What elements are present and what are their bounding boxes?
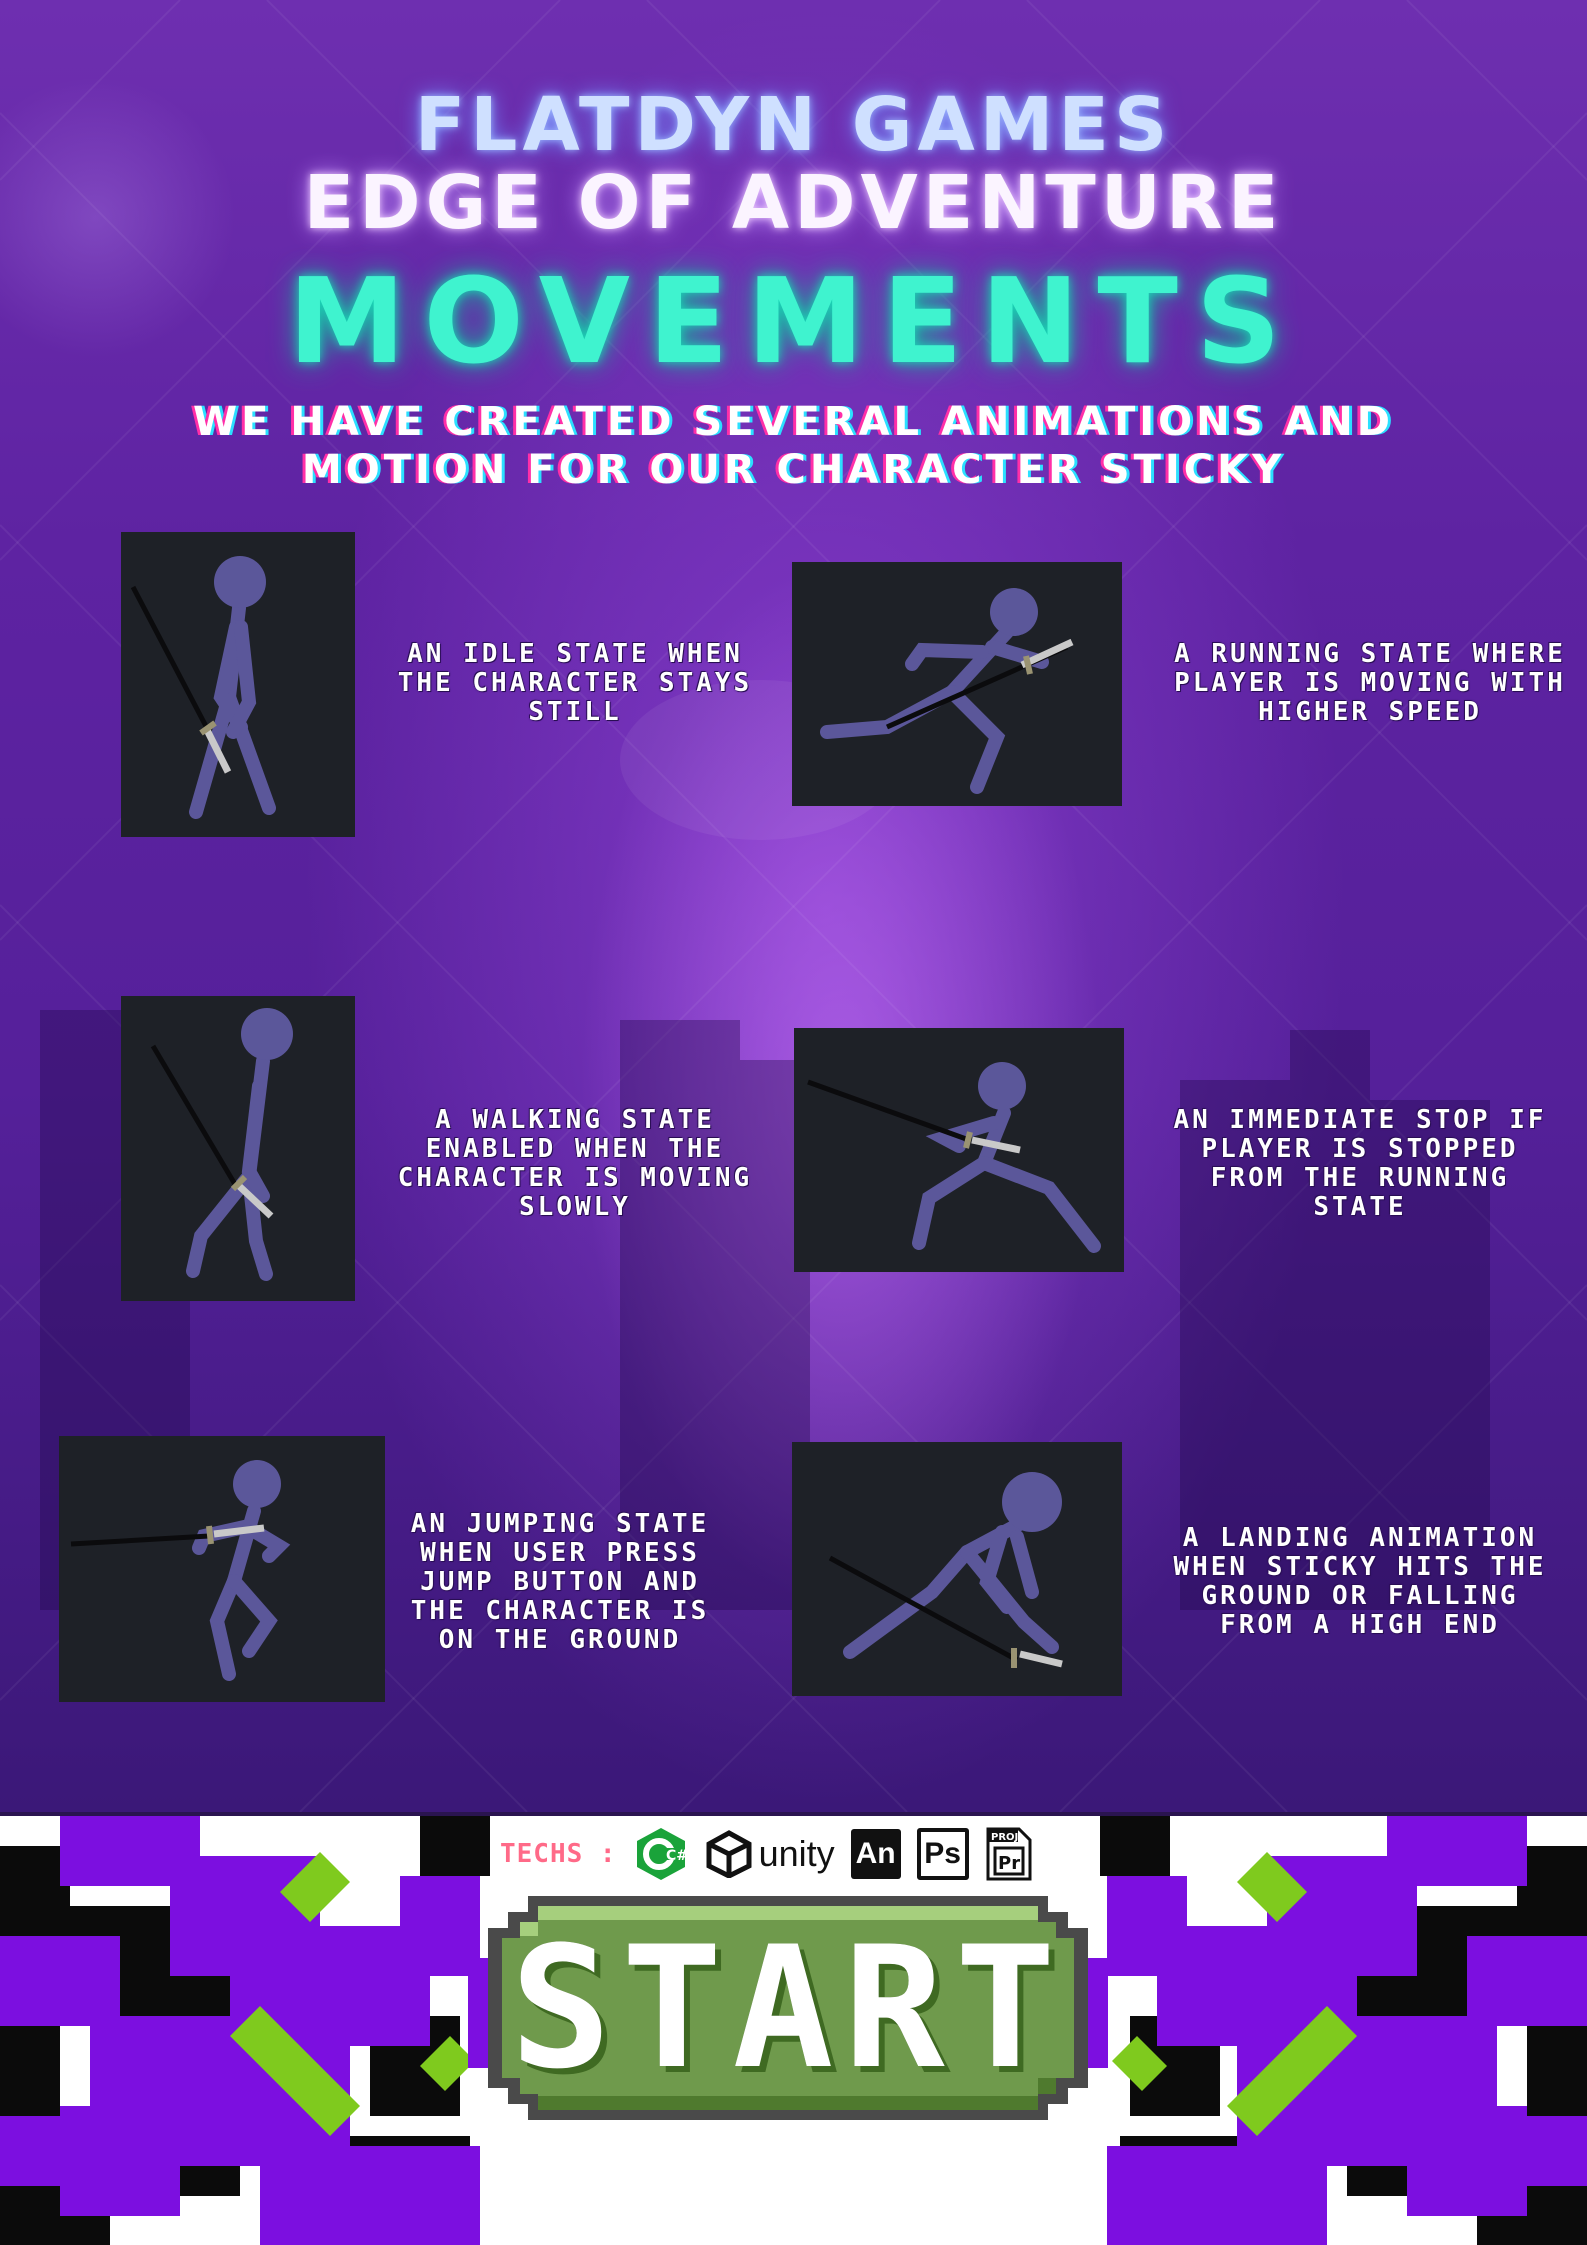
- unity-icon: [706, 1830, 752, 1878]
- start-button[interactable]: START: [468, 1888, 1108, 2128]
- adobe-animate-icon: An: [850, 1829, 901, 1879]
- idle-animation-frame: [121, 532, 355, 837]
- proj-tag: PROJ: [991, 1832, 1018, 1843]
- techs-label: TECHS :: [500, 1839, 617, 1869]
- running-animation-frame: [792, 562, 1122, 806]
- unity-logo: unity: [705, 1830, 835, 1878]
- idle-stick-figure: [130, 556, 276, 819]
- walking-stick-figure: [150, 1008, 293, 1281]
- photoshop-icon: Ps: [916, 1828, 969, 1880]
- stop-stick-figure: [807, 1062, 1101, 1253]
- premiere-label: Pr: [998, 1853, 1020, 1874]
- section-title: MOVEMENTS: [288, 252, 1299, 390]
- techs-row: TECHS : C# unity An Ps PROJ Pr: [500, 1826, 1033, 1882]
- walking-caption: A WALKING STATE ENABLED WHEN THE CHARACT…: [397, 1105, 753, 1222]
- poster: FLATDYN GAMES EDGE OF ADVENTURE MOVEMENT…: [0, 0, 1587, 2245]
- jumping-stick-figure: [70, 1460, 291, 1681]
- premiere-project-file-icon: PROJ Pr: [985, 1826, 1033, 1882]
- walking-animation-frame: [121, 996, 355, 1301]
- hero-panel: FLATDYN GAMES EDGE OF ADVENTURE MOVEMENT…: [0, 0, 1587, 1816]
- running-stick-figure: [820, 588, 1074, 794]
- game-title: EDGE OF ADVENTURE: [303, 160, 1284, 246]
- subtitle: WE HAVE CREATED SEVERAL ANIMATIONS AND M…: [0, 398, 1587, 494]
- jumping-caption: AN JUMPING STATE WHEN USER PRESS JUMP BU…: [410, 1509, 710, 1655]
- landing-stick-figure: [828, 1472, 1063, 1668]
- jumping-animation-frame: [59, 1436, 385, 1702]
- landing-animation-frame: [792, 1442, 1122, 1696]
- stop-caption: AN IMMEDIATE STOP IF PLAYER IS STOPPED F…: [1173, 1105, 1547, 1222]
- unity-label: unity: [758, 1833, 835, 1874]
- studio-name: FLATDYN GAMES: [414, 82, 1173, 168]
- csharp-icon: C#: [633, 1826, 689, 1882]
- stop-animation-frame: [794, 1028, 1124, 1272]
- csharp-label: C#: [666, 1848, 688, 1864]
- subtitle-line-1: WE HAVE CREATED SEVERAL ANIMATIONS AND: [193, 399, 1394, 445]
- idle-caption: AN IDLE STATE WHEN THE CHARACTER STAYS S…: [397, 639, 753, 727]
- start-button-label[interactable]: START: [468, 1888, 1108, 2128]
- running-caption: A RUNNING STATE WHERE PLAYER IS MOVING W…: [1174, 639, 1566, 727]
- subtitle-line-2: MOTION FOR OUR CHARACTER STICKY: [301, 447, 1286, 493]
- landing-caption: A LANDING ANIMATION WHEN STICKY HITS THE…: [1173, 1523, 1547, 1640]
